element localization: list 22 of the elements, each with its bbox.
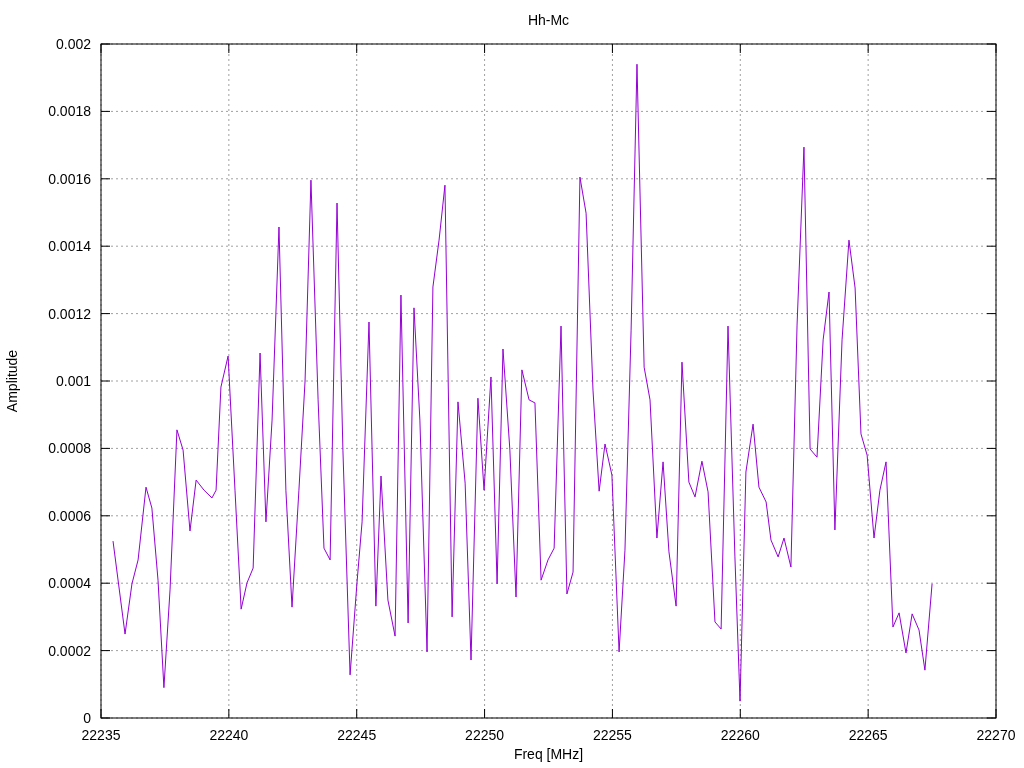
x-tick-label: 22235 bbox=[81, 727, 121, 743]
x-axis-title: Freq [MHz] bbox=[513, 746, 584, 762]
y-tick-label: 0.0004 bbox=[48, 575, 91, 592]
y-tick-label: 0.0002 bbox=[48, 642, 91, 659]
chart-title: Hh-Mc bbox=[527, 12, 570, 28]
y-tick-label: 0.0008 bbox=[48, 440, 91, 457]
y-tick-label: 0 bbox=[83, 710, 91, 726]
x-tick-label: 22255 bbox=[592, 727, 632, 743]
y-tick-label: 0.001 bbox=[55, 373, 91, 389]
y-tick-label: 0.0018 bbox=[48, 103, 91, 120]
y-tick-label: 0.0014 bbox=[48, 238, 91, 255]
x-tick-label: 22245 bbox=[337, 727, 377, 743]
x-tick-label: 22240 bbox=[209, 727, 249, 743]
y-axis-title: Amplitude bbox=[4, 349, 20, 413]
y-tick-label: 0.0006 bbox=[48, 507, 91, 524]
x-tick-label: 22265 bbox=[848, 727, 888, 743]
y-tick-label: 0.0012 bbox=[48, 305, 91, 322]
y-tick-label: 0.0016 bbox=[48, 170, 91, 187]
x-tick-label: 22270 bbox=[976, 727, 1016, 743]
x-tick-label: 22250 bbox=[465, 727, 505, 743]
x-tick-label: 22260 bbox=[720, 727, 760, 743]
y-tick-label: 0.002 bbox=[55, 36, 91, 52]
